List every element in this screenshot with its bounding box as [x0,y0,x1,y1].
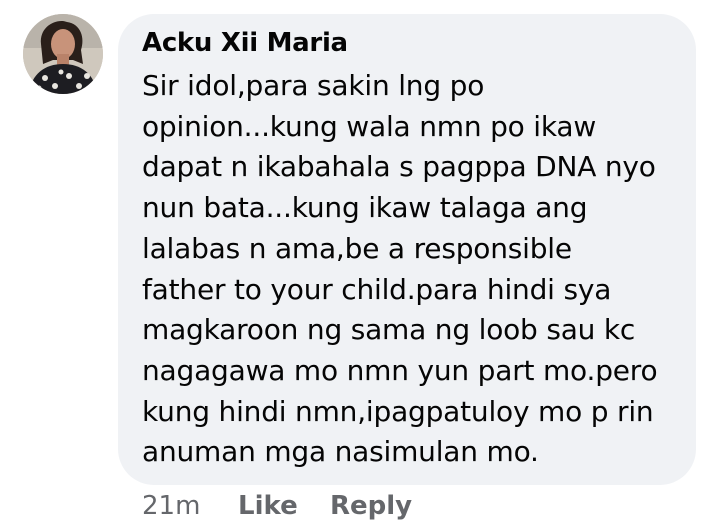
comment-text-line: nun bata...kung ikaw talaga ang [142,191,588,225]
avatar[interactable] [23,14,103,94]
comment-text-line: dapat n ikabahala s pagppa DNA nyo [142,150,656,184]
profile-photo-icon [23,14,103,94]
comment-text-line: opinion...kung wala nmn po ikaw [142,109,597,143]
comment-text-line: Sir idol,para sakin lng po [142,69,485,102]
comment-text-line: anuman mga nasimulan mo. [142,435,539,469]
comment-text-line: magkaroon ng sama ng loob sau kc [142,313,636,347]
comment-author-name[interactable]: Acku Xii Maria [142,28,348,58]
comment-text: Sir idol,para sakin lng po opinion...kun… [142,66,687,473]
reply-button[interactable]: Reply [330,488,412,524]
comment-text-line: lalabas n ama,be a responsible [142,231,572,265]
comment-text-line: kung hindi nmn,ipagpatuloy mo p rin [142,394,654,428]
comment-text-line: father to your child.para hindi sya [142,272,612,306]
like-button[interactable]: Like [238,488,298,524]
comment-text-line: nagagawa mo nmn yun part mo.pero [142,353,658,387]
comment-timestamp[interactable]: 21m [142,488,200,524]
